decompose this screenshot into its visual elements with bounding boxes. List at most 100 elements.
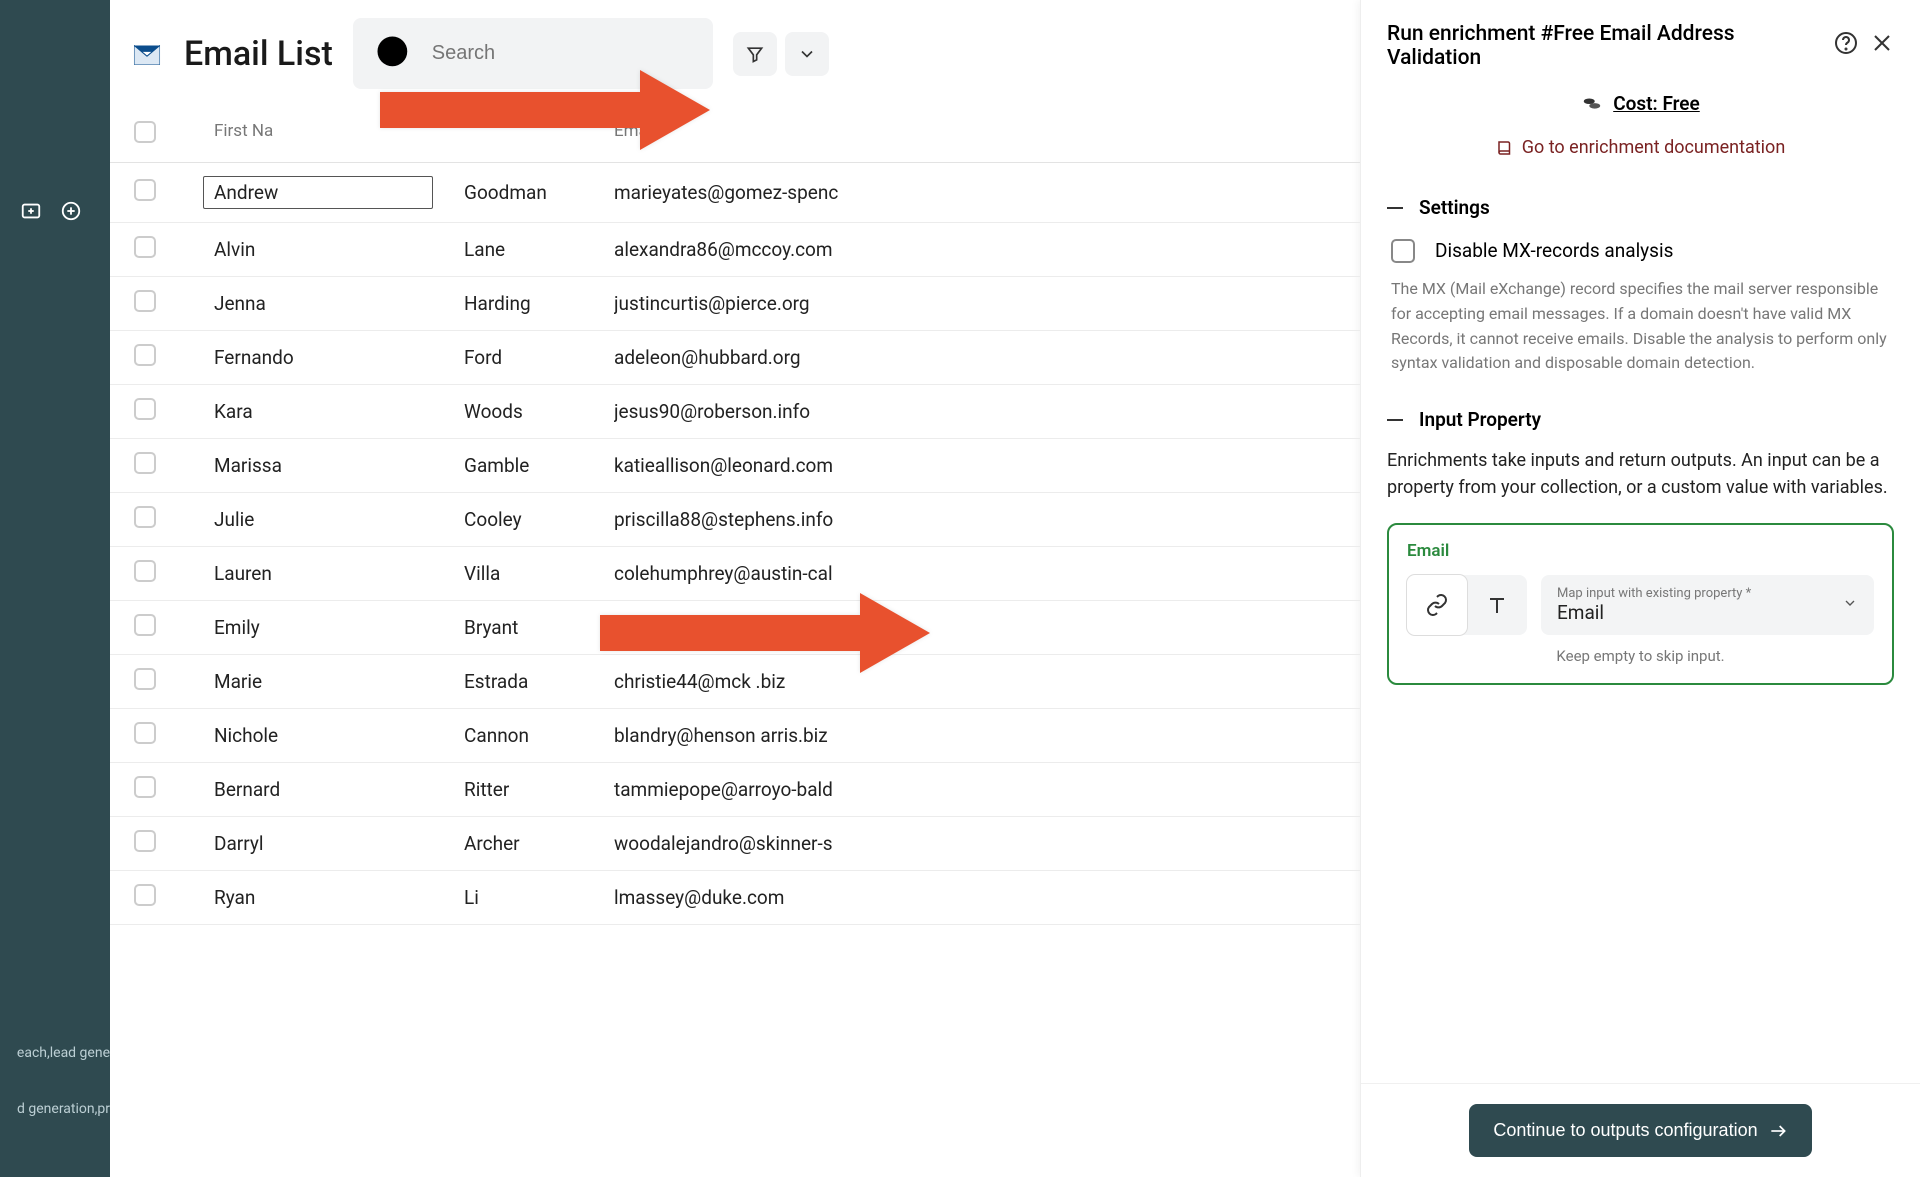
- cell-email[interactable]: christie44@mck .biz: [614, 670, 1336, 693]
- row-checkbox[interactable]: [134, 560, 156, 582]
- disable-mx-checkbox[interactable]: [1391, 239, 1415, 263]
- help-icon[interactable]: [1834, 31, 1858, 61]
- table-row: Bernard Ritter tammiepope@arroyo-bald: [110, 763, 1360, 817]
- select-all-checkbox[interactable]: [134, 121, 156, 143]
- table-row: Emily Bryant buckyvonne@church-lutz.: [110, 601, 1360, 655]
- row-checkbox[interactable]: [134, 668, 156, 690]
- collapse-icon[interactable]: [1387, 419, 1403, 421]
- cell-last-name[interactable]: Lane: [464, 238, 614, 261]
- row-checkbox[interactable]: [134, 884, 156, 906]
- cell-first-name[interactable]: Lauren: [214, 562, 272, 585]
- cell-last-name[interactable]: Villa: [464, 562, 614, 585]
- table-header: First Na Email: [110, 107, 1360, 163]
- table-row: Julie Cooley priscilla88@stephens.info: [110, 493, 1360, 547]
- close-icon[interactable]: [1870, 31, 1894, 61]
- new-folder-icon[interactable]: [20, 200, 42, 226]
- cell-email[interactable]: katieallison@leonard.com: [614, 454, 1336, 477]
- cell-first-name[interactable]: Andrew: [203, 176, 433, 209]
- row-checkbox[interactable]: [134, 830, 156, 852]
- table-row: Marie Estrada christie44@mck .biz: [110, 655, 1360, 709]
- coins-icon: [1581, 93, 1603, 115]
- row-checkbox[interactable]: [134, 344, 156, 366]
- row-checkbox[interactable]: [134, 452, 156, 474]
- cell-last-name[interactable]: Gamble: [464, 454, 614, 477]
- cell-email[interactable]: justincurtis@pierce.org: [614, 292, 1336, 315]
- row-checkbox[interactable]: [134, 290, 156, 312]
- cell-email[interactable]: alexandra86@mccoy.com: [614, 238, 1336, 261]
- cell-last-name[interactable]: Ritter: [464, 778, 614, 801]
- table-row: Marissa Gamble katieallison@leonard.com: [110, 439, 1360, 493]
- table-row: Nichole Cannon blandry@henson arris.biz: [110, 709, 1360, 763]
- cell-last-name[interactable]: Estrada: [464, 670, 614, 693]
- cell-email[interactable]: tammiepope@arroyo-bald: [614, 778, 1336, 801]
- table-row: Andrew Goodman marieyates@gomez-spenc: [110, 163, 1360, 223]
- row-checkbox[interactable]: [134, 776, 156, 798]
- panel-title: Run enrichment #Free Email Address Valid…: [1387, 22, 1810, 70]
- cell-email[interactable]: jesus90@roberson.info: [614, 400, 1336, 423]
- add-icon[interactable]: [60, 200, 82, 226]
- cell-email[interactable]: priscilla88@stephens.info: [614, 508, 1336, 531]
- row-checkbox[interactable]: [134, 614, 156, 636]
- cell-first-name[interactable]: Nichole: [214, 724, 278, 747]
- cell-email[interactable]: woodalejandro@skinner-s: [614, 832, 1336, 855]
- documentation-link[interactable]: Go to enrichment documentation: [1387, 137, 1894, 158]
- cell-email[interactable]: marieyates@gomez-spenc: [614, 181, 1336, 204]
- row-checkbox[interactable]: [134, 179, 156, 201]
- custom-value-tab[interactable]: [1467, 575, 1527, 635]
- cell-first-name[interactable]: Marie: [214, 670, 262, 693]
- cell-last-name[interactable]: Harding: [464, 292, 614, 315]
- cell-first-name[interactable]: Fernando: [214, 346, 294, 369]
- enrichment-panel: Run enrichment #Free Email Address Valid…: [1360, 0, 1920, 1177]
- cell-last-name[interactable]: Li: [464, 886, 614, 909]
- disable-mx-description: The MX (Mail eXchange) record specifies …: [1387, 277, 1894, 398]
- cell-last-name[interactable]: Cannon: [464, 724, 614, 747]
- cell-last-name[interactable]: Goodman: [464, 181, 614, 204]
- cell-email[interactable]: colehumphrey@austin-cal: [614, 562, 1336, 585]
- disable-mx-label: Disable MX-records analysis: [1435, 239, 1673, 263]
- cell-first-name[interactable]: Emily: [214, 616, 260, 639]
- cell-last-name[interactable]: Bryant: [464, 616, 614, 639]
- map-property-tab[interactable]: [1407, 575, 1467, 635]
- property-select[interactable]: Map input with existing property * Email: [1541, 575, 1874, 635]
- cell-first-name[interactable]: Jenna: [214, 292, 266, 315]
- search-input[interactable]: [353, 18, 713, 89]
- continue-button[interactable]: Continue to outputs configuration: [1469, 1104, 1811, 1157]
- table-row: Lauren Villa colehumphrey@austin-cal: [110, 547, 1360, 601]
- input-hint: Keep empty to skip input.: [1407, 647, 1874, 665]
- settings-heading: Settings: [1419, 196, 1490, 219]
- cell-email[interactable]: buckyvonne@church-lutz.: [614, 616, 1336, 639]
- input-property-heading: Input Property: [1419, 408, 1541, 431]
- row-checkbox[interactable]: [134, 236, 156, 258]
- cell-first-name[interactable]: Julie: [214, 508, 254, 531]
- filter-button[interactable]: [733, 32, 777, 76]
- chevron-down-icon: [1842, 595, 1858, 615]
- collapse-icon[interactable]: [1387, 207, 1403, 209]
- col-header-first[interactable]: First Na: [214, 121, 464, 148]
- cell-last-name[interactable]: Archer: [464, 832, 614, 855]
- cell-email[interactable]: adeleon@hubbard.org: [614, 346, 1336, 369]
- row-checkbox[interactable]: [134, 722, 156, 744]
- cell-first-name[interactable]: Kara: [214, 400, 253, 423]
- cell-first-name[interactable]: Darryl: [214, 832, 263, 855]
- cell-email[interactable]: blandry@henson arris.biz: [614, 724, 1336, 747]
- cell-last-name[interactable]: Cooley: [464, 508, 614, 531]
- cell-last-name[interactable]: Ford: [464, 346, 614, 369]
- text-icon: [1485, 593, 1509, 617]
- dropdown-button[interactable]: [785, 32, 829, 76]
- sidebar-tags: each,lead gene d generation,pr: [0, 1025, 110, 1177]
- row-checkbox[interactable]: [134, 398, 156, 420]
- col-header-email[interactable]: Email: [614, 121, 1336, 148]
- table-row: Kara Woods jesus90@roberson.info: [110, 385, 1360, 439]
- row-checkbox[interactable]: [134, 506, 156, 528]
- cell-first-name[interactable]: Ryan: [214, 886, 255, 909]
- link-icon: [1425, 593, 1449, 617]
- cell-first-name[interactable]: Alvin: [214, 238, 255, 261]
- chevron-down-icon: [797, 44, 817, 64]
- cell-last-name[interactable]: Woods: [464, 400, 614, 423]
- sidebar: each,lead gene d generation,pr: [0, 0, 110, 1177]
- cell-first-name[interactable]: Marissa: [214, 454, 282, 477]
- cell-email[interactable]: lmassey@duke.com: [614, 886, 1336, 909]
- cell-first-name[interactable]: Bernard: [214, 778, 280, 801]
- table-row: Ryan Li lmassey@duke.com: [110, 871, 1360, 925]
- app-logo: [130, 37, 164, 71]
